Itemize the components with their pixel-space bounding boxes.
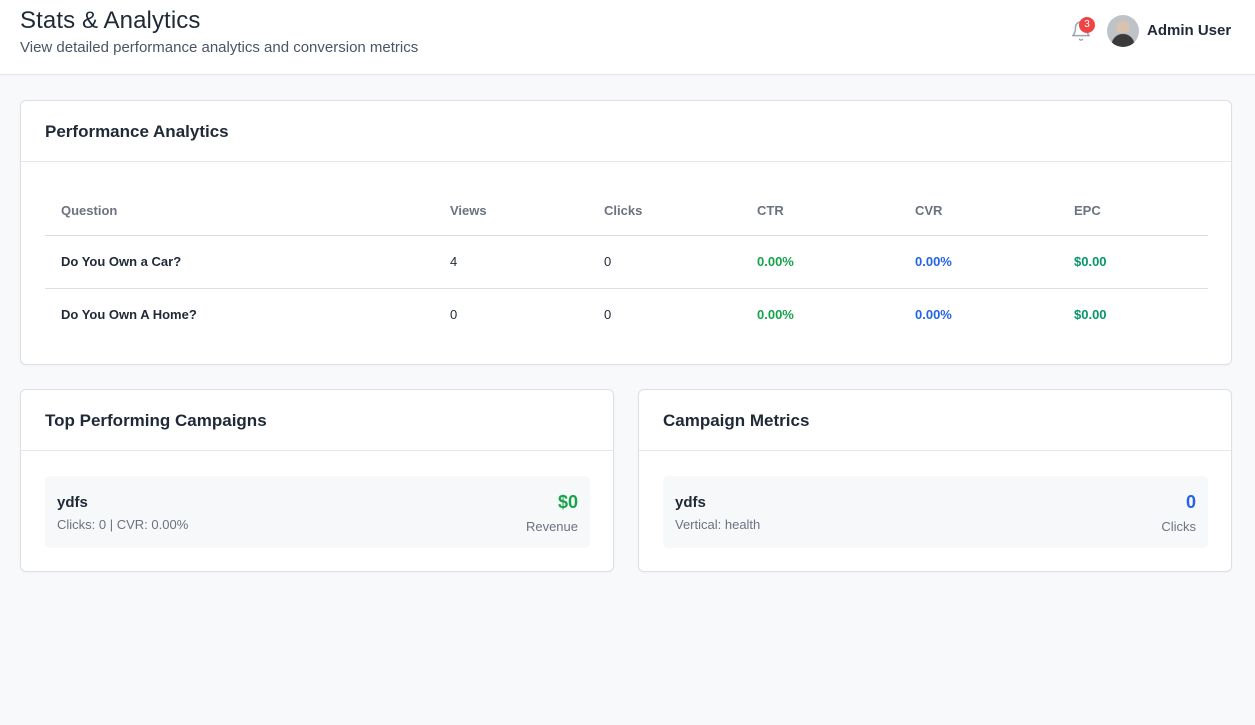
views-cell: 4	[434, 235, 588, 289]
avatar[interactable]	[1107, 15, 1139, 47]
table-row: Do You Own A Home? 0 0 0.00% 0.00% $0.00	[45, 288, 1208, 341]
campaign-metrics-card: Campaign Metrics ydfs Vertical: health 0…	[638, 389, 1232, 572]
column-header-question: Question	[45, 187, 434, 236]
top-header: Stats & Analytics View detailed performa…	[0, 0, 1255, 75]
cvr-cell: 0.00%	[915, 307, 952, 323]
clicks-cell: 0	[604, 307, 612, 323]
column-header-cvr: CVR	[899, 187, 1058, 236]
revenue-label: Revenue	[525, 519, 578, 534]
question-cell: Do You Own a Car?	[45, 235, 434, 289]
epc-cell: $0.00	[1058, 235, 1208, 289]
card-header: Top Performing Campaigns	[21, 390, 613, 451]
column-header-ctr: CTR	[741, 187, 899, 236]
column-header-epc: EPC	[1058, 187, 1208, 236]
campaign-name: ydfs	[57, 494, 88, 511]
performance-table: Question Views Clicks CTR CVR EPC Do You…	[45, 187, 1208, 341]
page-title: Stats & Analytics	[20, 7, 201, 34]
user-name[interactable]: Admin User	[1147, 22, 1231, 39]
campaign-list-item[interactable]: ydfs Clicks: 0 | CVR: 0.00% $0 Revenue	[45, 476, 590, 548]
views-cell: 0	[450, 307, 458, 323]
ctr-cell: 0.00%	[757, 307, 794, 323]
card-header: Campaign Metrics	[639, 390, 1231, 451]
notification-badge: 3	[1079, 17, 1095, 33]
table-row: Do You Own a Car? 4 0 0.00% 0.00% $0.00	[45, 235, 1208, 289]
cvr-cell: 0.00%	[899, 235, 1058, 289]
campaign-list-item[interactable]: ydfs Vertical: health 0 Clicks	[663, 476, 1208, 548]
top-campaigns-card: Top Performing Campaigns ydfs Clicks: 0 …	[20, 389, 614, 572]
card-title: Campaign Metrics	[663, 411, 810, 430]
clicks-label: Clicks	[1161, 519, 1196, 534]
epc-cell: $0.00	[1074, 307, 1107, 323]
table-header-row: Question Views Clicks CTR CVR EPC	[45, 187, 1208, 236]
clicks-value: 0	[1185, 492, 1196, 512]
performance-analytics-card: Performance Analytics Question Views Cli…	[20, 100, 1232, 365]
clicks-cell: 0	[588, 235, 741, 289]
campaign-name: ydfs	[675, 494, 706, 511]
card-title: Top Performing Campaigns	[45, 411, 267, 430]
card-header: Performance Analytics	[21, 101, 1231, 162]
revenue-value: $0	[557, 492, 578, 512]
campaign-stats: Clicks: 0 | CVR: 0.00%	[57, 517, 189, 532]
column-header-views: Views	[434, 187, 588, 236]
card-title: Performance Analytics	[45, 122, 229, 141]
question-cell: Do You Own A Home?	[61, 307, 197, 323]
campaign-vertical: Vertical: health	[675, 517, 761, 532]
ctr-cell: 0.00%	[741, 235, 899, 289]
page-subtitle: View detailed performance analytics and …	[20, 39, 419, 56]
column-header-clicks: Clicks	[588, 187, 741, 236]
